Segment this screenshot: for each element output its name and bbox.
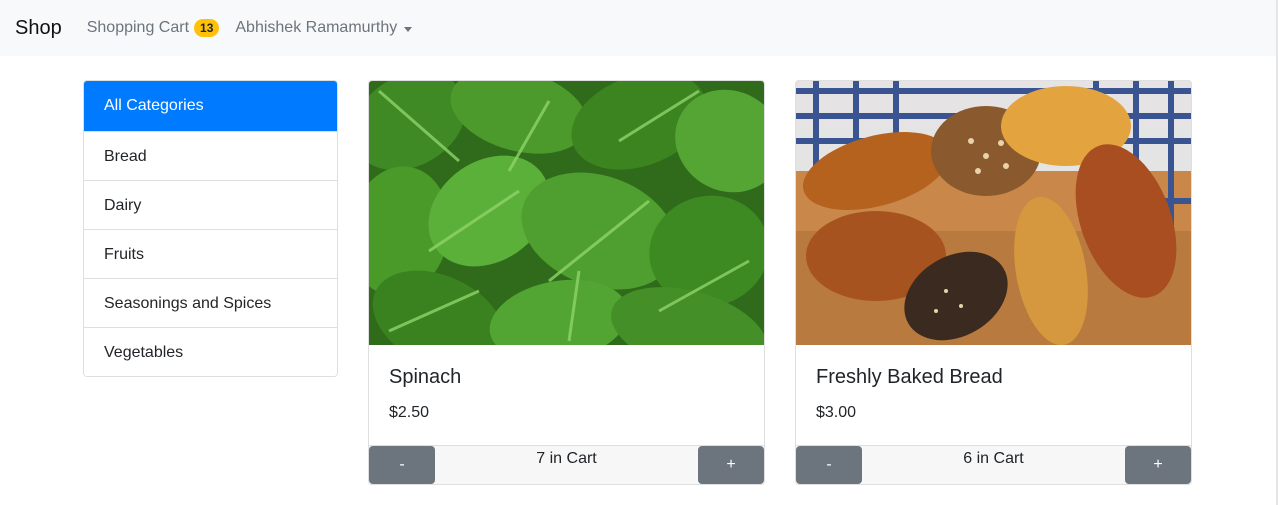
product-title: Spinach [389, 366, 462, 388]
user-name: Abhishek Ramamurthy [235, 19, 398, 36]
category-item-vegetables[interactable]: Vegetables [84, 327, 337, 376]
cart-controls: - 7 in Cart + [369, 445, 764, 484]
category-list: All Categories Bread Dairy Fruits Season… [83, 80, 338, 377]
category-item-seasonings[interactable]: Seasonings and Spices [84, 278, 337, 327]
bread-image [796, 81, 1191, 345]
shopping-cart-link[interactable]: Shopping Cart 13 [87, 19, 220, 37]
brand-link[interactable]: Shop [15, 17, 62, 40]
category-item-bread[interactable]: Bread [84, 131, 337, 180]
spinach-image [369, 81, 764, 345]
product-title: Freshly Baked Bread [816, 366, 1003, 388]
navbar: Shop Shopping Cart 13 Abhishek Ramamurth… [0, 0, 1276, 56]
shopping-cart-label: Shopping Cart [86, 19, 190, 36]
product-card: Spinach $2.50 - 7 in Cart + [368, 80, 765, 485]
cart-quantity: 6 in Cart [963, 450, 1024, 467]
category-item-all[interactable]: All Categories [84, 81, 337, 131]
cart-count-badge: 13 [194, 19, 220, 37]
category-item-dairy[interactable]: Dairy [84, 180, 337, 229]
decrease-quantity-button[interactable]: - [369, 446, 435, 484]
increase-quantity-button[interactable]: + [698, 446, 764, 484]
category-item-fruits[interactable]: Fruits [84, 229, 337, 278]
chevron-down-icon [404, 26, 413, 32]
cart-controls: - 6 in Cart + [796, 445, 1191, 484]
product-price: $3.00 [816, 404, 857, 421]
decrease-quantity-button[interactable]: - [796, 446, 862, 484]
product-card: Freshly Baked Bread $3.00 - 6 in Cart + [795, 80, 1192, 485]
product-price: $2.50 [389, 404, 430, 421]
cart-quantity: 7 in Cart [536, 450, 597, 467]
user-menu-dropdown[interactable]: Abhishek Ramamurthy [235, 19, 413, 37]
increase-quantity-button[interactable]: + [1125, 446, 1191, 484]
